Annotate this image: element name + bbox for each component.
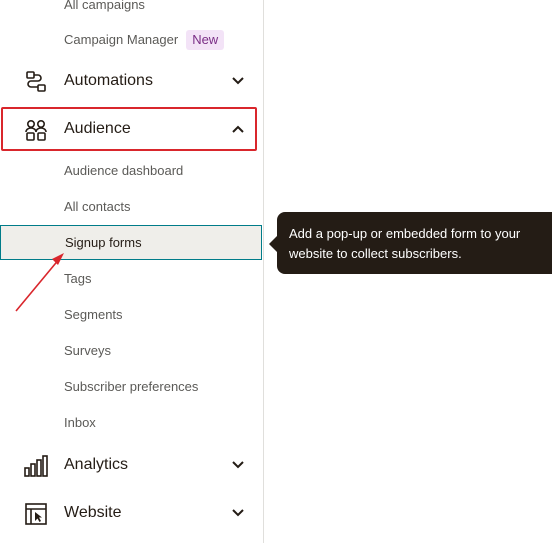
sidebar-item-audience-dashboard[interactable]: Audience dashboard bbox=[64, 160, 183, 182]
nav-label-website: Website bbox=[64, 504, 122, 521]
sidebar-item-tags[interactable]: Tags bbox=[64, 268, 91, 290]
chevron-down-icon[interactable] bbox=[230, 506, 246, 520]
nav-item-analytics[interactable]: Analytics bbox=[0, 442, 263, 488]
sidebar-nav: All campaigns Campaign Manager New Automa… bbox=[0, 0, 264, 543]
nav-label-automations: Automations bbox=[64, 72, 153, 89]
sidebar-item-label: Audience dashboard bbox=[64, 163, 184, 178]
sidebar-item-all-campaigns[interactable]: All campaigns bbox=[64, 0, 145, 16]
nav-label-analytics: Analytics bbox=[64, 456, 129, 473]
sidebar-item-label: Surveys bbox=[64, 343, 111, 358]
chevron-down-icon[interactable] bbox=[230, 458, 246, 472]
sidebar-item-label: Subscriber preferences bbox=[64, 379, 199, 394]
new-badge: New bbox=[186, 30, 225, 50]
sidebar-item-label: Inbox bbox=[64, 415, 96, 430]
sidebar-item-label: Segments bbox=[64, 307, 123, 322]
sidebar-item-label: Signup forms bbox=[65, 235, 142, 250]
signup-forms-tooltip: Add a pop-up or embedded form to your we… bbox=[269, 212, 552, 274]
audience-highlight-box bbox=[1, 107, 257, 151]
sidebar-item-all-contacts[interactable]: All contacts bbox=[64, 196, 130, 218]
automations-icon bbox=[26, 71, 46, 92]
sidebar-item-surveys[interactable]: Surveys bbox=[64, 340, 111, 362]
website-icon bbox=[25, 503, 47, 525]
sidebar-item-segments[interactable]: Segments bbox=[64, 304, 123, 326]
sidebar-item-label: Tags bbox=[64, 271, 92, 286]
sidebar-item-subscriber-preferences[interactable]: Subscriber preferences bbox=[64, 376, 198, 398]
analytics-icon bbox=[24, 455, 48, 477]
sidebar-item-signup-forms[interactable]: Signup forms bbox=[0, 225, 262, 260]
sidebar-item-label: Campaign Manager bbox=[64, 32, 179, 47]
sidebar-item-label: All contacts bbox=[64, 199, 131, 214]
tooltip-line-2: website to collect subscribers. bbox=[289, 246, 462, 261]
nav-item-website[interactable]: Website bbox=[0, 490, 263, 536]
sidebar-item-campaign-manager[interactable]: Campaign Manager New bbox=[64, 29, 225, 51]
chevron-down-icon[interactable] bbox=[230, 74, 246, 88]
sidebar-item-inbox[interactable]: Inbox bbox=[64, 412, 96, 434]
nav-item-automations[interactable]: Automations bbox=[0, 58, 263, 104]
tooltip-line-1: Add a pop-up or embedded form to your bbox=[289, 226, 521, 241]
sidebar-item-label: All campaigns bbox=[64, 0, 145, 12]
